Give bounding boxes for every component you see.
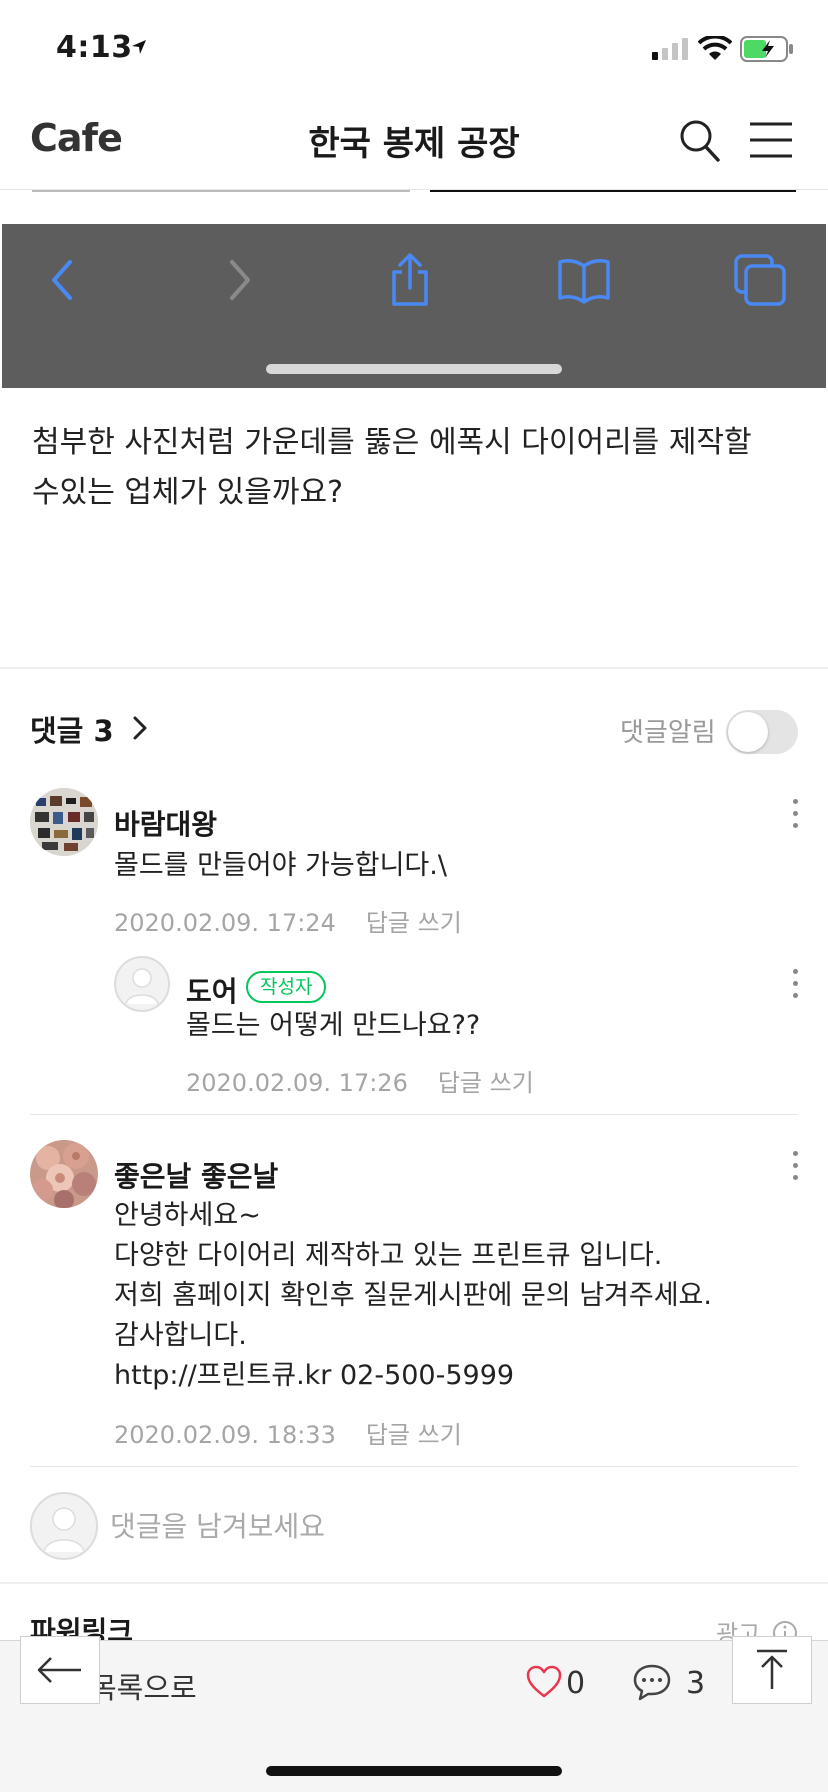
post-line: 수있는 업체가 있을까요?	[32, 475, 343, 510]
comment-notify-toggle[interactable]	[726, 710, 798, 754]
tab-underline-active	[430, 190, 796, 192]
scroll-top-button[interactable]	[732, 1636, 812, 1704]
comment-line: 안녕하세요~	[114, 1200, 261, 1231]
heart-icon[interactable]	[526, 1665, 562, 1699]
author-badge: 작성자	[246, 971, 327, 1003]
like-count: 0	[566, 1666, 586, 1701]
avatar[interactable]	[30, 1140, 98, 1208]
comment-line: 저희 홈페이지 확인후 질문게시판에 문의 남겨주세요.	[114, 1280, 712, 1311]
avatar[interactable]	[114, 956, 170, 1012]
more-options-icon[interactable]	[789, 1148, 801, 1184]
back-chevron-icon[interactable]	[36, 252, 92, 308]
more-options-icon[interactable]	[789, 966, 801, 1002]
toggle-knob	[728, 712, 768, 752]
menu-icon[interactable]	[748, 118, 794, 162]
wifi-icon	[698, 36, 732, 60]
default-avatar-icon	[43, 1507, 85, 1553]
avatar-photo	[30, 788, 98, 856]
home-indicator[interactable]	[266, 1766, 562, 1776]
comment-line: 몰드를 만들어야 가능합니다.\	[114, 850, 447, 881]
comment-author[interactable]: 도어	[186, 970, 238, 1010]
comments-count-label: 댓글 3	[30, 714, 114, 748]
comment-date: 2020.02.09. 17:26	[186, 1069, 408, 1097]
comment-divider	[30, 1114, 798, 1115]
avatar[interactable]	[30, 788, 98, 856]
toolbar-drag-handle[interactable]	[266, 364, 562, 374]
arrow-left-icon	[37, 1657, 81, 1683]
comment-input[interactable]: 댓글을 남겨보세요	[110, 1505, 325, 1545]
avatar-photo	[30, 1140, 98, 1208]
tabs-icon[interactable]	[732, 252, 788, 308]
comment-date: 2020.02.09. 18:33	[114, 1421, 336, 1449]
comment-divider	[30, 1466, 798, 1467]
cellular-signal-icon	[652, 38, 688, 60]
comment-line: 몰드는 어떻게 만드나요??	[186, 1010, 481, 1041]
reply-button[interactable]: 답글 쓰기	[366, 909, 462, 937]
forward-chevron-icon[interactable]	[210, 252, 266, 308]
comment-meta: 2020.02.09. 17:26 답글 쓰기	[186, 1063, 534, 1098]
comment-meta: 2020.02.09. 18:33 답글 쓰기	[114, 1415, 462, 1450]
comment-text: 몰드를 만들어야 가능합니다.\	[114, 846, 447, 886]
status-time: 4:13	[56, 30, 133, 65]
search-icon[interactable]	[678, 116, 722, 164]
bookmarks-icon[interactable]	[556, 252, 612, 308]
comment-bubble-icon[interactable]	[632, 1663, 672, 1701]
default-avatar-icon	[125, 968, 159, 1005]
comment-author[interactable]: 바람대왕	[114, 803, 217, 843]
back-button[interactable]	[20, 1636, 100, 1704]
battery-icon	[740, 36, 793, 62]
post-line: 첨부한 사진처럼 가운데를 뚫은 에폭시 다이어리를 제작할	[32, 425, 752, 460]
comment-author[interactable]: 좋은날 좋은날	[114, 1155, 278, 1195]
chevron-right-icon	[133, 716, 147, 740]
comment-text: 안녕하세요~ 다양한 다이어리 제작하고 있는 프린트큐 입니다. 저희 홈페이…	[114, 1196, 712, 1396]
arrow-up-to-top-icon	[757, 1649, 787, 1689]
comment-text: 몰드는 어떻게 만드나요??	[186, 1006, 480, 1046]
location-arrow-icon	[132, 40, 146, 54]
comment-date: 2020.02.09. 17:24	[114, 909, 336, 937]
section-divider	[0, 1582, 828, 1584]
comment-line: http://프린트큐.kr 02-500-5999	[114, 1360, 515, 1391]
status-bar: 4:13	[0, 0, 828, 96]
browser-toolbar	[2, 224, 826, 388]
comment-meta: 2020.02.09. 17:24 답글 쓰기	[114, 903, 462, 938]
tab-underline-inactive	[32, 190, 410, 192]
comment-line: 감사합니다.	[114, 1320, 247, 1351]
reply-button[interactable]: 답글 쓰기	[366, 1421, 462, 1449]
comment-notify-label: 댓글알림	[620, 718, 716, 748]
app-header: Cafe 한국 봉제 공장	[0, 96, 828, 190]
post-content: 첨부한 사진처럼 가운데를 뚫은 에폭시 다이어리를 제작할 수있는 업체가 있…	[32, 418, 802, 518]
comment-count: 3	[686, 1666, 706, 1701]
share-icon[interactable]	[382, 252, 438, 308]
back-to-list-button[interactable]: 목록으로	[90, 1665, 197, 1707]
section-divider	[0, 667, 828, 669]
more-options-icon[interactable]	[789, 796, 801, 832]
comments-header[interactable]: 댓글 3	[30, 708, 148, 750]
avatar	[30, 1492, 98, 1560]
reply-button[interactable]: 답글 쓰기	[438, 1069, 534, 1097]
comment-line: 다양한 다이어리 제작하고 있는 프린트큐 입니다.	[114, 1240, 663, 1271]
